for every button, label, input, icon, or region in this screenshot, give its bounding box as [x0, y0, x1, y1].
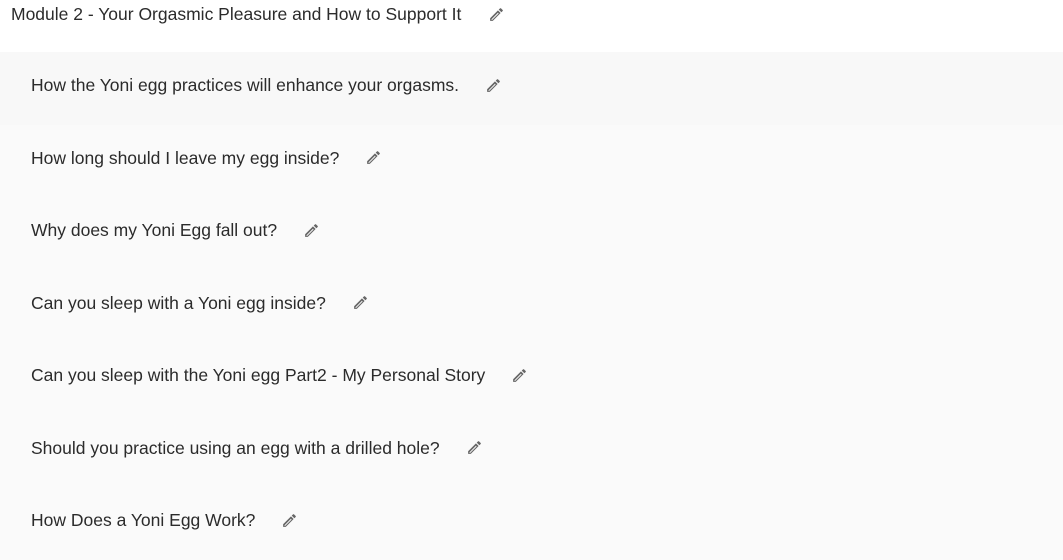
lesson-row: Should you practice using an egg with a … [31, 437, 483, 459]
lesson-item[interactable]: Can you sleep with the Yoni egg Part2 - … [0, 342, 1063, 415]
lesson-list: How the Yoni egg practices will enhance … [0, 52, 1063, 560]
edit-lesson-pencil-icon[interactable] [281, 512, 298, 529]
edit-module-pencil-icon[interactable] [488, 6, 505, 23]
lesson-row: How Does a Yoni Egg Work? [31, 509, 298, 531]
edit-lesson-pencil-icon[interactable] [352, 294, 369, 311]
lesson-row: Can you sleep with the Yoni egg Part2 - … [31, 364, 528, 386]
lesson-title[interactable]: Can you sleep with a Yoni egg inside? [31, 292, 326, 314]
edit-lesson-pencil-icon[interactable] [365, 149, 382, 166]
edit-lesson-pencil-icon[interactable] [466, 439, 483, 456]
lesson-item[interactable]: Why does my Yoni Egg fall out? [0, 197, 1063, 270]
lesson-row: How the Yoni egg practices will enhance … [31, 74, 502, 96]
lesson-title[interactable]: Should you practice using an egg with a … [31, 437, 440, 459]
lesson-title[interactable]: How the Yoni egg practices will enhance … [31, 74, 459, 96]
edit-lesson-pencil-icon[interactable] [511, 367, 528, 384]
lesson-row: Can you sleep with a Yoni egg inside? [31, 292, 369, 314]
lesson-row: How long should I leave my egg inside? [31, 147, 382, 169]
lesson-title[interactable]: Why does my Yoni Egg fall out? [31, 219, 277, 241]
lesson-title[interactable]: How Does a Yoni Egg Work? [31, 509, 255, 531]
lesson-row: Why does my Yoni Egg fall out? [31, 219, 320, 241]
lesson-title[interactable]: How long should I leave my egg inside? [31, 147, 339, 169]
edit-lesson-pencil-icon[interactable] [485, 77, 502, 94]
lesson-item[interactable]: How Does a Yoni Egg Work? [0, 487, 1063, 560]
lesson-item[interactable]: Should you practice using an egg with a … [0, 415, 1063, 488]
lesson-item[interactable]: How the Yoni egg practices will enhance … [0, 52, 1063, 125]
module-title[interactable]: Module 2 - Your Orgasmic Pleasure and Ho… [11, 3, 461, 25]
module-header: Module 2 - Your Orgasmic Pleasure and Ho… [0, 0, 1063, 52]
lesson-item[interactable]: How long should I leave my egg inside? [0, 125, 1063, 198]
edit-lesson-pencil-icon[interactable] [303, 222, 320, 239]
lesson-title[interactable]: Can you sleep with the Yoni egg Part2 - … [31, 364, 485, 386]
lesson-item[interactable]: Can you sleep with a Yoni egg inside? [0, 270, 1063, 343]
module-title-row: Module 2 - Your Orgasmic Pleasure and Ho… [11, 3, 505, 25]
